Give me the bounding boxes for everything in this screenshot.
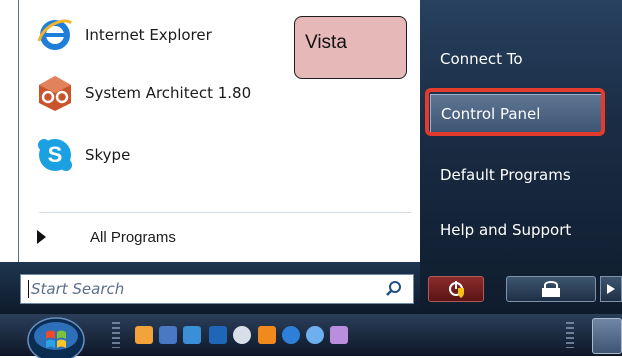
svg-text:S: S — [48, 142, 63, 167]
taskbar-grip[interactable] — [112, 322, 120, 348]
shutdown-options-button[interactable] — [600, 276, 622, 302]
app-icon-1[interactable] — [135, 326, 153, 344]
app-icon-5[interactable] — [233, 326, 251, 344]
windows-orb-icon[interactable] — [24, 316, 88, 358]
taskbar-app-button[interactable] — [592, 318, 622, 354]
right-item-help-and-support[interactable]: Help and Support — [440, 221, 571, 239]
vista-callout: Vista — [294, 16, 407, 79]
search-placeholder: Start Search — [31, 280, 125, 298]
program-label: System Architect 1.80 — [85, 84, 252, 102]
app-icon-8[interactable] — [306, 326, 324, 344]
all-programs-item[interactable]: All Programs — [37, 224, 176, 250]
all-programs-label: All Programs — [90, 228, 176, 246]
lock-button[interactable] — [506, 276, 596, 302]
internet-explorer-icon[interactable] — [282, 326, 300, 344]
lock-icon — [542, 281, 560, 297]
taskbar-grip[interactable] — [566, 322, 574, 348]
power-button[interactable] — [428, 276, 484, 302]
search-input[interactable]: Start Search — [20, 274, 414, 304]
vista-callout-label: Vista — [305, 32, 347, 53]
arrow-right-icon — [37, 230, 46, 244]
app-icon-6[interactable] — [258, 326, 276, 344]
search-icon[interactable] — [385, 280, 403, 298]
right-item-default-programs[interactable]: Default Programs — [440, 166, 571, 184]
program-internet-explorer[interactable]: Internet Explorer — [33, 10, 212, 60]
program-label: Internet Explorer — [85, 26, 212, 44]
right-item-connect-to[interactable]: Connect To — [440, 50, 523, 68]
power-shield-icon — [449, 281, 464, 298]
switch-windows-icon[interactable] — [183, 326, 201, 344]
arrow-right-icon — [607, 284, 615, 294]
app-icon-4[interactable] — [209, 326, 227, 344]
system-architect-icon — [33, 71, 77, 115]
app-icon-9[interactable] — [330, 326, 348, 344]
show-desktop-icon[interactable] — [159, 326, 177, 344]
program-label: Skype — [85, 146, 131, 164]
internet-explorer-icon — [33, 13, 77, 57]
skype-icon: S — [33, 133, 77, 177]
program-system-architect[interactable]: System Architect 1.80 — [33, 68, 251, 118]
program-skype[interactable]: S Skype — [33, 130, 130, 180]
highlight-box — [425, 88, 605, 136]
right-pane: Connect To Default Programs Help and Sup… — [420, 0, 622, 314]
separator — [39, 212, 411, 213]
text-caret — [28, 280, 29, 298]
